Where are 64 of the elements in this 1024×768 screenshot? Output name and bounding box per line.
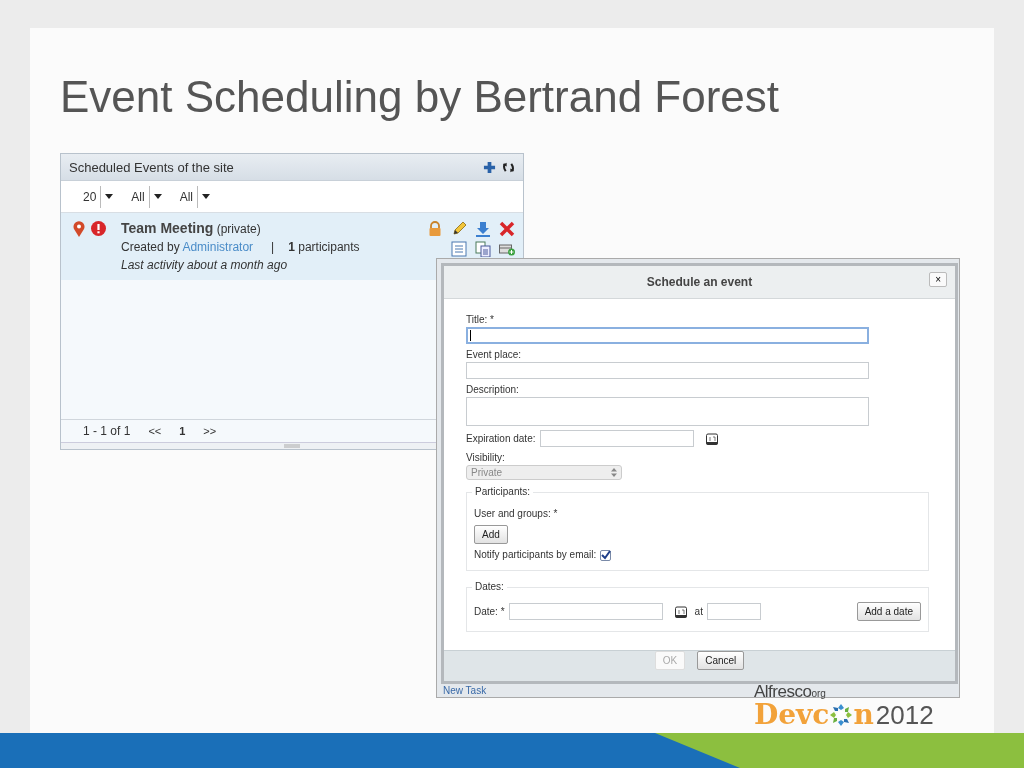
field-label: Date: *: [474, 604, 505, 619]
event-title[interactable]: Team Meeting: [121, 220, 214, 236]
filter-dropdown[interactable]: All: [131, 185, 162, 208]
group-legend: Participants:: [472, 486, 534, 497]
field-label: Visibility:: [466, 451, 506, 465]
field-label: Title: *: [466, 313, 495, 327]
filter-dropdown[interactable]: All: [179, 185, 211, 208]
caret-icon: [105, 194, 114, 199]
calendar-icon[interactable]: [674, 605, 687, 618]
resize-handle[interactable]: [284, 444, 300, 448]
time-field[interactable]: [706, 603, 761, 620]
slide-title: Event Scheduling by Bertrand Forest: [60, 72, 781, 122]
card-add-icon[interactable]: [499, 241, 515, 257]
last-activity: Last activity about a month ago: [121, 257, 289, 274]
notify-checkbox[interactable]: [600, 549, 612, 561]
caret-icon: [202, 194, 211, 199]
alert-icon: [91, 221, 106, 236]
filter-dropdown[interactable]: 20: [83, 185, 114, 208]
spinner-icon: [611, 468, 617, 477]
field-label: Description:: [466, 383, 520, 397]
participants-count: 1: [288, 240, 295, 254]
field-label: Event place:: [466, 348, 523, 362]
event-visibility: (private): [216, 222, 261, 236]
participants-label: participants: [298, 240, 360, 254]
place-field[interactable]: [466, 362, 869, 379]
event-row[interactable]: Team Meeting (private) Created by Administrator | 1 participants Last activity about a month ago: [61, 213, 523, 280]
at-label: at: [694, 604, 703, 619]
separator: |: [271, 240, 275, 254]
title-field[interactable]: [466, 327, 869, 344]
logo-year: 2012: [875, 701, 934, 729]
add-button[interactable]: Add: [474, 525, 508, 544]
field-label: User and groups: *: [474, 507, 559, 521]
lock-icon[interactable]: [427, 221, 443, 237]
created-by-label: Created by: [121, 240, 180, 254]
caret-icon: [153, 194, 162, 199]
add-date-button[interactable]: Add a date: [856, 602, 921, 621]
dialog-title: Schedule an event: [646, 275, 753, 289]
logo-suffix: org: [811, 688, 826, 699]
panel-title: Scheduled Events of the site: [69, 159, 235, 175]
gear-logo-icon: [829, 703, 854, 727]
logo-brand: Alfresco: [754, 682, 812, 701]
notify-label: Notify participants by email:: [474, 548, 597, 562]
logo-word: Devc: [754, 701, 830, 729]
page-range: 1 - 1 of 1: [83, 424, 131, 438]
group-legend: Dates:: [472, 581, 507, 592]
description-field[interactable]: [466, 397, 869, 426]
pencil-icon[interactable]: [451, 221, 467, 237]
pin-icon: [73, 221, 85, 237]
new-task-link[interactable]: New Task: [443, 685, 487, 697]
date-field[interactable]: [508, 603, 663, 620]
refresh-icon[interactable]: [502, 160, 515, 174]
documents-icon[interactable]: [475, 241, 491, 257]
cancel-button[interactable]: Cancel: [697, 651, 745, 670]
current-page: 1: [179, 425, 186, 437]
add-icon[interactable]: [483, 160, 496, 174]
close-button[interactable]: ×: [929, 272, 947, 287]
expiration-field[interactable]: [539, 430, 694, 447]
delete-icon[interactable]: [499, 221, 515, 237]
download-icon[interactable]: [475, 221, 491, 237]
first-page-link[interactable]: <<: [148, 425, 162, 437]
field-label: Expiration date:: [466, 431, 536, 446]
calendar-icon[interactable]: [705, 432, 718, 445]
logo-word-end: n: [853, 701, 874, 729]
next-page-link[interactable]: >>: [203, 425, 217, 437]
